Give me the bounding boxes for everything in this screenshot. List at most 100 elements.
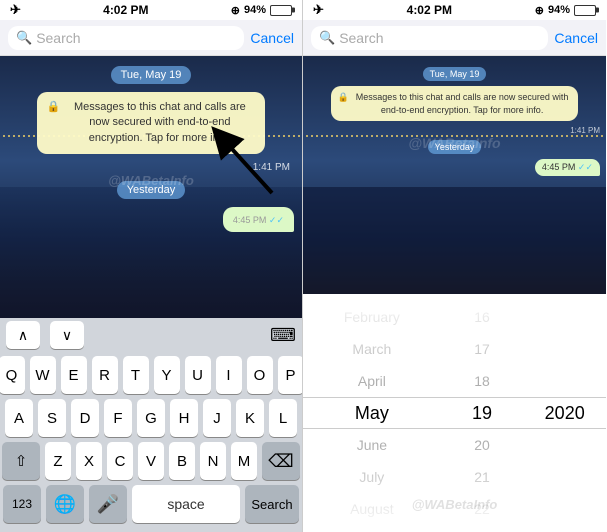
key-d[interactable]: D xyxy=(71,399,99,437)
key-q[interactable]: Q xyxy=(0,356,25,394)
key-b[interactable]: B xyxy=(169,442,195,480)
search-input-left[interactable]: Search xyxy=(36,30,80,46)
wifi-icon-right: ⊕ xyxy=(535,4,544,17)
search-bar-left: 🔍 Search Cancel xyxy=(0,20,302,56)
key-k[interactable]: K xyxy=(236,399,264,437)
key-l[interactable]: L xyxy=(269,399,297,437)
search-icon-left: 🔍 xyxy=(16,30,32,46)
drum-item-19: 19 xyxy=(441,397,524,429)
drum-item-22: 22 xyxy=(441,493,524,525)
drum-item-july: July xyxy=(303,461,441,493)
key-z[interactable]: Z xyxy=(45,442,71,480)
drum-item-16: 16 xyxy=(441,301,524,333)
keyboard-icon[interactable]: ⌨ xyxy=(270,321,296,349)
bubble-time-left: 4:45 PM ✓✓ xyxy=(233,215,284,226)
lock-icon-right: 🔒 xyxy=(338,91,349,104)
search-bar-right: 🔍 Search Cancel xyxy=(303,20,606,56)
drum-col-day[interactable]: 16 17 18 19 20 21 22 xyxy=(441,294,524,532)
keyboard-row-3: ⇧ Z X C V B N M ⌫ xyxy=(3,442,299,480)
lock-icon-left: 🔒 xyxy=(47,100,61,115)
yesterday-pill-right: Yesterday xyxy=(428,140,482,154)
key-i[interactable]: I xyxy=(216,356,242,394)
status-icons-right: ⊕ 94% xyxy=(535,4,596,17)
key-a[interactable]: A xyxy=(5,399,33,437)
key-f[interactable]: F xyxy=(104,399,132,437)
status-icons-left: ⊕ 94% xyxy=(231,4,292,17)
drum-col-month[interactable]: February March April May June July Augus… xyxy=(303,294,441,532)
status-bar-right: ✈ 4:02 PM ⊕ 94% xyxy=(303,0,606,20)
date-pill-left: Tue, May 19 xyxy=(111,66,192,84)
date-pill-right: Tue, May 19 xyxy=(423,67,487,81)
key-w[interactable]: W xyxy=(30,356,56,394)
drum-item-17: 17 xyxy=(441,333,524,365)
nav-down-arrow[interactable]: ∨ xyxy=(50,321,84,349)
keyboard-row-1: Q W E R T Y U I O P xyxy=(3,356,299,394)
search-input-wrap-right[interactable]: 🔍 Search xyxy=(311,26,548,50)
keyboard-row-4: 123 🌐 🎤 space Search xyxy=(3,485,299,523)
msg-time-left: 1:41 PM xyxy=(253,162,290,173)
chat-area-left: Tue, May 19 🔒 Messages to this chat and … xyxy=(0,56,302,318)
right-panel: ✈ 4:02 PM ⊕ 94% 🔍 Search Cancel Tue, May… xyxy=(303,0,606,532)
search-input-right[interactable]: Search xyxy=(339,30,383,46)
drum-item-may: May xyxy=(303,397,441,429)
sent-bubble-left: 4:45 PM ✓✓ xyxy=(223,207,294,232)
key-g[interactable]: G xyxy=(137,399,165,437)
key-u[interactable]: U xyxy=(185,356,211,394)
keyboard: Q W E R T Y U I O P A S D F G H J K L ⇧ … xyxy=(0,352,302,532)
left-panel: ✈ 4:02 PM ⊕ 94% 🔍 Search Cancel Tue, May… xyxy=(0,0,303,532)
key-r[interactable]: R xyxy=(92,356,118,394)
drum-item-feb: February xyxy=(303,301,441,333)
system-message-left: 🔒 Messages to this chat and calls are no… xyxy=(37,92,266,154)
date-picker-area: Tue, May 19 🔒 Messages to this chat and … xyxy=(303,56,606,532)
airplane-icon-right: ✈ xyxy=(313,2,324,18)
yesterday-pill-left: Yesterday xyxy=(117,181,186,199)
key-num[interactable]: 123 xyxy=(3,485,41,523)
chat-bg-right: Tue, May 19 🔒 Messages to this chat and … xyxy=(303,56,606,318)
drum-item-2020: 2020 xyxy=(523,397,606,429)
key-c[interactable]: C xyxy=(107,442,133,480)
drum-item-august: August xyxy=(303,493,441,525)
battery-icon-right xyxy=(574,5,596,16)
key-emoji[interactable]: 🌐 xyxy=(46,485,84,523)
drum-item-june: June xyxy=(303,429,441,461)
key-t[interactable]: T xyxy=(123,356,149,394)
key-m[interactable]: M xyxy=(231,442,257,480)
key-e[interactable]: E xyxy=(61,356,87,394)
battery-percent-left: 94% xyxy=(244,4,266,16)
nav-up-arrow[interactable]: ∧ xyxy=(6,321,40,349)
key-shift[interactable]: ⇧ xyxy=(2,442,40,480)
drum-item-march: March xyxy=(303,333,441,365)
key-j[interactable]: J xyxy=(203,399,231,437)
msg-time-right: 1:41 PM xyxy=(570,126,600,135)
key-delete[interactable]: ⌫ xyxy=(262,442,300,480)
cancel-button-right[interactable]: Cancel xyxy=(554,30,598,46)
system-message-right: 🔒 Messages to this chat and calls are no… xyxy=(331,86,578,121)
chat-overlay-right: Tue, May 19 🔒 Messages to this chat and … xyxy=(303,61,606,182)
wifi-icon: ⊕ xyxy=(231,4,240,17)
status-bar-left: ✈ 4:02 PM ⊕ 94% xyxy=(0,0,302,20)
drum-col-year[interactable]: 2020 xyxy=(523,294,606,532)
keyboard-row-2: A S D F G H J K L xyxy=(3,399,299,437)
key-p[interactable]: P xyxy=(278,356,304,394)
cancel-button-left[interactable]: Cancel xyxy=(250,30,294,46)
search-input-wrap-left[interactable]: 🔍 Search xyxy=(8,26,244,50)
date-picker-drum[interactable]: February March April May June July Augus… xyxy=(303,294,606,532)
key-o[interactable]: O xyxy=(247,356,273,394)
key-space[interactable]: space xyxy=(132,485,240,523)
key-search[interactable]: Search xyxy=(245,485,299,523)
status-time-left: 4:02 PM xyxy=(103,3,148,17)
drum-item-april: April xyxy=(303,365,441,397)
key-y[interactable]: Y xyxy=(154,356,180,394)
key-s[interactable]: S xyxy=(38,399,66,437)
key-h[interactable]: H xyxy=(170,399,198,437)
airplane-icon: ✈ xyxy=(10,2,21,18)
chat-messages-left: Tue, May 19 🔒 Messages to this chat and … xyxy=(0,56,302,318)
key-v[interactable]: V xyxy=(138,442,164,480)
key-mic[interactable]: 🎤 xyxy=(89,485,127,523)
key-n[interactable]: N xyxy=(200,442,226,480)
drum-item-21: 21 xyxy=(441,461,524,493)
search-icon-right: 🔍 xyxy=(319,30,335,46)
key-x[interactable]: X xyxy=(76,442,102,480)
read-ticks-left: ✓✓ xyxy=(269,215,284,225)
sent-bubble-right: 4:45 PM ✓✓ xyxy=(535,159,600,176)
